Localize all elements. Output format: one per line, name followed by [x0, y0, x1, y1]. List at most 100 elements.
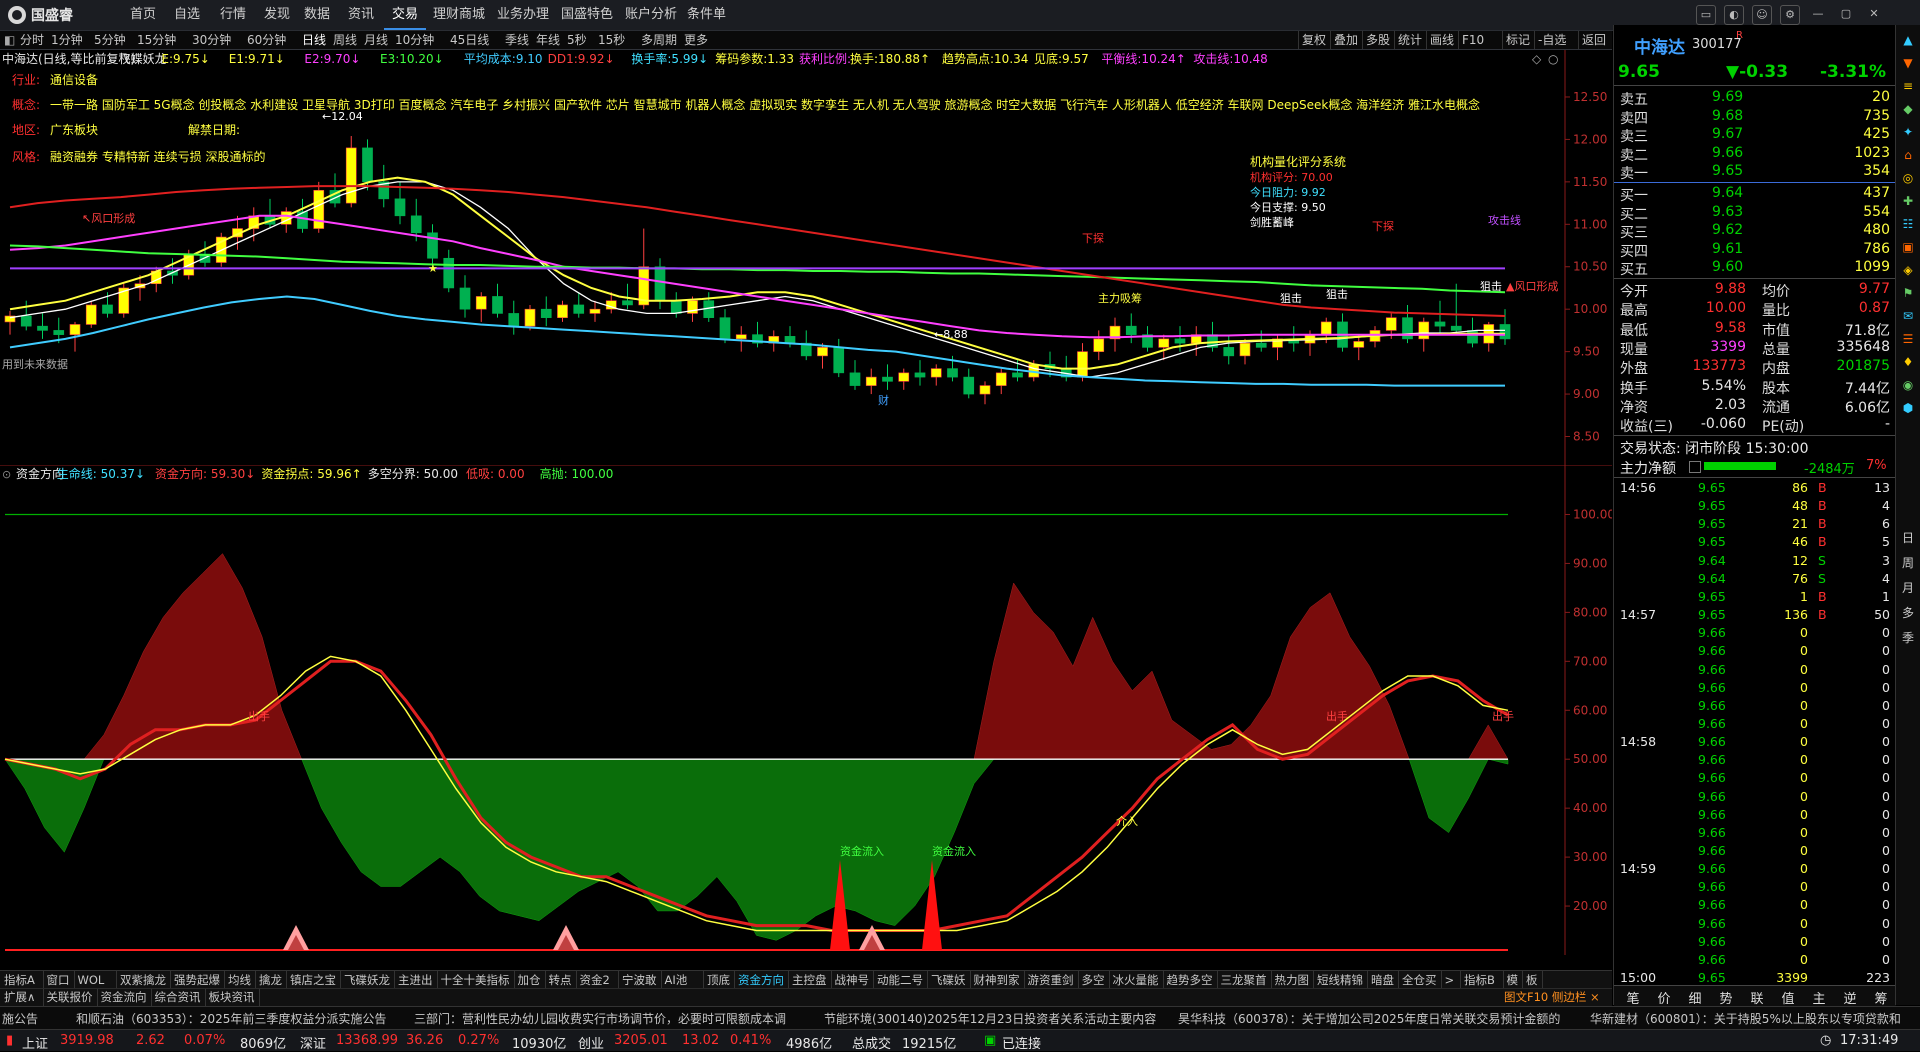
candle[interactable] — [882, 364, 893, 390]
chart-tool-button[interactable]: 统计 — [1394, 31, 1425, 49]
period-option[interactable]: 45日线 — [450, 31, 489, 49]
candle[interactable] — [1337, 313, 1348, 352]
cy-index-label[interactable]: 创业 — [578, 1033, 604, 1052]
period-option[interactable]: 日线 — [302, 31, 326, 49]
period-option[interactable]: 月线 — [364, 31, 388, 49]
chart-tool-button[interactable]: 标记 — [1502, 31, 1533, 49]
indicator-tab[interactable]: 窗口 — [43, 971, 75, 989]
period-option[interactable]: 30分钟 — [192, 31, 231, 49]
indicator-tab[interactable]: 财神到家 — [970, 971, 1025, 989]
side-tool-icon[interactable]: ◎ — [1899, 171, 1917, 185]
candle[interactable] — [979, 381, 991, 405]
candle[interactable] — [1353, 334, 1365, 361]
period-option[interactable]: 季线 — [505, 31, 529, 49]
bid-level[interactable]: 买二 9.63 554 — [1614, 204, 1896, 223]
candle[interactable] — [475, 292, 487, 322]
indicator-tab[interactable]: 飞碟妖 — [927, 971, 971, 989]
period-option[interactable]: 1分钟 — [51, 31, 83, 49]
side-period-button[interactable]: 多 — [1899, 604, 1917, 621]
indicator-tab[interactable]: 强势起爆 — [170, 971, 225, 989]
candle[interactable] — [1190, 326, 1202, 356]
indicator-tab[interactable]: 飞碟妖龙 — [340, 971, 395, 989]
nav-item[interactable]: 行情 — [212, 0, 254, 30]
indicator-tab[interactable]: 擒龙 — [255, 971, 287, 989]
extension-tab[interactable]: 资金流向 — [97, 989, 152, 1006]
side-tool-icon[interactable]: ◆ — [1899, 102, 1917, 116]
candle[interactable] — [1272, 334, 1283, 361]
indicator-tab[interactable]: 宁波敢 — [618, 971, 662, 989]
side-tool-icon[interactable]: ✦ — [1899, 125, 1917, 139]
indicator-tab[interactable]: 暗盘 — [1367, 971, 1399, 989]
candle[interactable] — [930, 364, 942, 386]
candle[interactable] — [735, 326, 747, 352]
nav-item[interactable]: 资讯 — [340, 0, 382, 30]
indicator-tab[interactable]: 冰火量能 — [1109, 971, 1164, 989]
candle[interactable] — [297, 198, 308, 233]
bid-level[interactable]: 买一 9.64 437 — [1614, 185, 1896, 204]
indicator-tab[interactable]: 十全十美指标 — [437, 971, 515, 989]
minimize-icon[interactable]: — — [1808, 5, 1828, 25]
fund-direction-indicator-chart[interactable]: 100.00 90.00 80.00 70.00 60.00 50.00 40.00 30.0… — [0, 465, 1612, 955]
indicator-tab[interactable]: AI池 — [661, 971, 704, 989]
news-item[interactable]: 施公告 — [2, 1010, 38, 1027]
extension-tab[interactable]: 扩展∧ — [0, 989, 44, 1006]
nav-item[interactable]: 业务办理 — [489, 0, 557, 30]
customer-service-icon[interactable]: ☺ — [1752, 5, 1772, 25]
candle[interactable] — [865, 368, 877, 395]
indicator-tab[interactable]: 热力图 — [1271, 971, 1314, 989]
detail-tab[interactable]: 逆 — [1837, 988, 1863, 1007]
period-option[interactable]: 分时 — [20, 31, 44, 49]
candle[interactable] — [394, 181, 406, 225]
candle[interactable] — [427, 224, 438, 267]
nav-item[interactable]: 数据 — [296, 0, 338, 30]
sz-index-label[interactable]: 深证 — [300, 1033, 326, 1052]
side-tool-icon[interactable]: ☰ — [1899, 332, 1917, 346]
side-tool-icon[interactable]: ◈ — [1899, 263, 1917, 277]
detail-tab[interactable]: 细 — [1682, 988, 1708, 1007]
settings-icon[interactable]: ⚙ — [1780, 5, 1800, 25]
indicator-tab[interactable]: 全仓买 — [1398, 971, 1442, 989]
maximize-icon[interactable]: ▢ — [1836, 5, 1856, 25]
indicator-tab[interactable]: WOL — [74, 971, 117, 989]
indicator-tab[interactable]: 资金方向 — [734, 971, 789, 989]
collapse-icon[interactable]: ◇ — [1532, 52, 1542, 66]
candle[interactable] — [459, 275, 471, 318]
indicator-tab[interactable]: 均线 — [224, 971, 256, 989]
candle[interactable] — [1434, 300, 1446, 335]
side-tool-icon[interactable]: ☷ — [1899, 217, 1917, 231]
candle[interactable] — [849, 360, 861, 390]
indicator-tab[interactable]: 三龙聚首 — [1217, 971, 1272, 989]
detail-tab[interactable]: 筹 — [1868, 988, 1894, 1007]
indicator-tab[interactable]: 指标A — [0, 971, 44, 989]
bid-level[interactable]: 买四 9.61 786 — [1614, 241, 1896, 260]
indicator-tab[interactable]: 战神号 — [831, 971, 874, 989]
candlestick-chart[interactable]: 12.50 12.00 11.50 11.00 10.50 10.00 9.50 9.00 8.… — [0, 50, 1612, 465]
period-option[interactable]: 年线 — [536, 31, 560, 49]
chart-tool-button[interactable]: 画线 — [1426, 31, 1457, 49]
candle[interactable] — [1109, 317, 1121, 352]
side-period-button[interactable]: 周 — [1899, 554, 1917, 571]
indicator-tab[interactable]: 转点 — [545, 971, 577, 989]
indicator-settings-icon[interactable]: ⊙ — [2, 468, 11, 481]
indicator-tab[interactable]: 板 — [1522, 971, 1543, 989]
side-tool-icon[interactable]: ▣ — [1899, 240, 1917, 254]
candle[interactable] — [833, 338, 845, 378]
side-tool-icon[interactable]: ♦ — [1899, 355, 1917, 369]
nav-item[interactable]: 自选 — [166, 0, 208, 30]
ask-level[interactable]: 卖二 9.66 1023 — [1614, 145, 1896, 164]
nav-item[interactable]: 条件单 — [679, 0, 734, 30]
candle[interactable] — [1125, 313, 1137, 344]
detail-tab[interactable]: 主 — [1806, 988, 1832, 1007]
period-option[interactable]: 周线 — [333, 31, 357, 49]
indicator-tab[interactable]: 顶底 — [703, 971, 735, 989]
indicator-tab[interactable]: > — [1441, 971, 1461, 989]
news-item[interactable]: 昊华科技（600378）：关于增加公司2025年度日常关联交易预计金额的 — [1178, 1010, 1560, 1027]
bid-level[interactable]: 买五 9.60 1099 — [1614, 259, 1896, 278]
nav-item[interactable]: 发现 — [256, 0, 298, 30]
candle[interactable] — [540, 296, 552, 327]
side-tool-icon[interactable]: ⌂ — [1899, 148, 1917, 162]
indicator-tab[interactable]: 镇店之宝 — [286, 971, 341, 989]
candle[interactable] — [719, 309, 731, 344]
period-option[interactable]: 5分钟 — [94, 31, 126, 49]
candle[interactable] — [85, 300, 97, 328]
